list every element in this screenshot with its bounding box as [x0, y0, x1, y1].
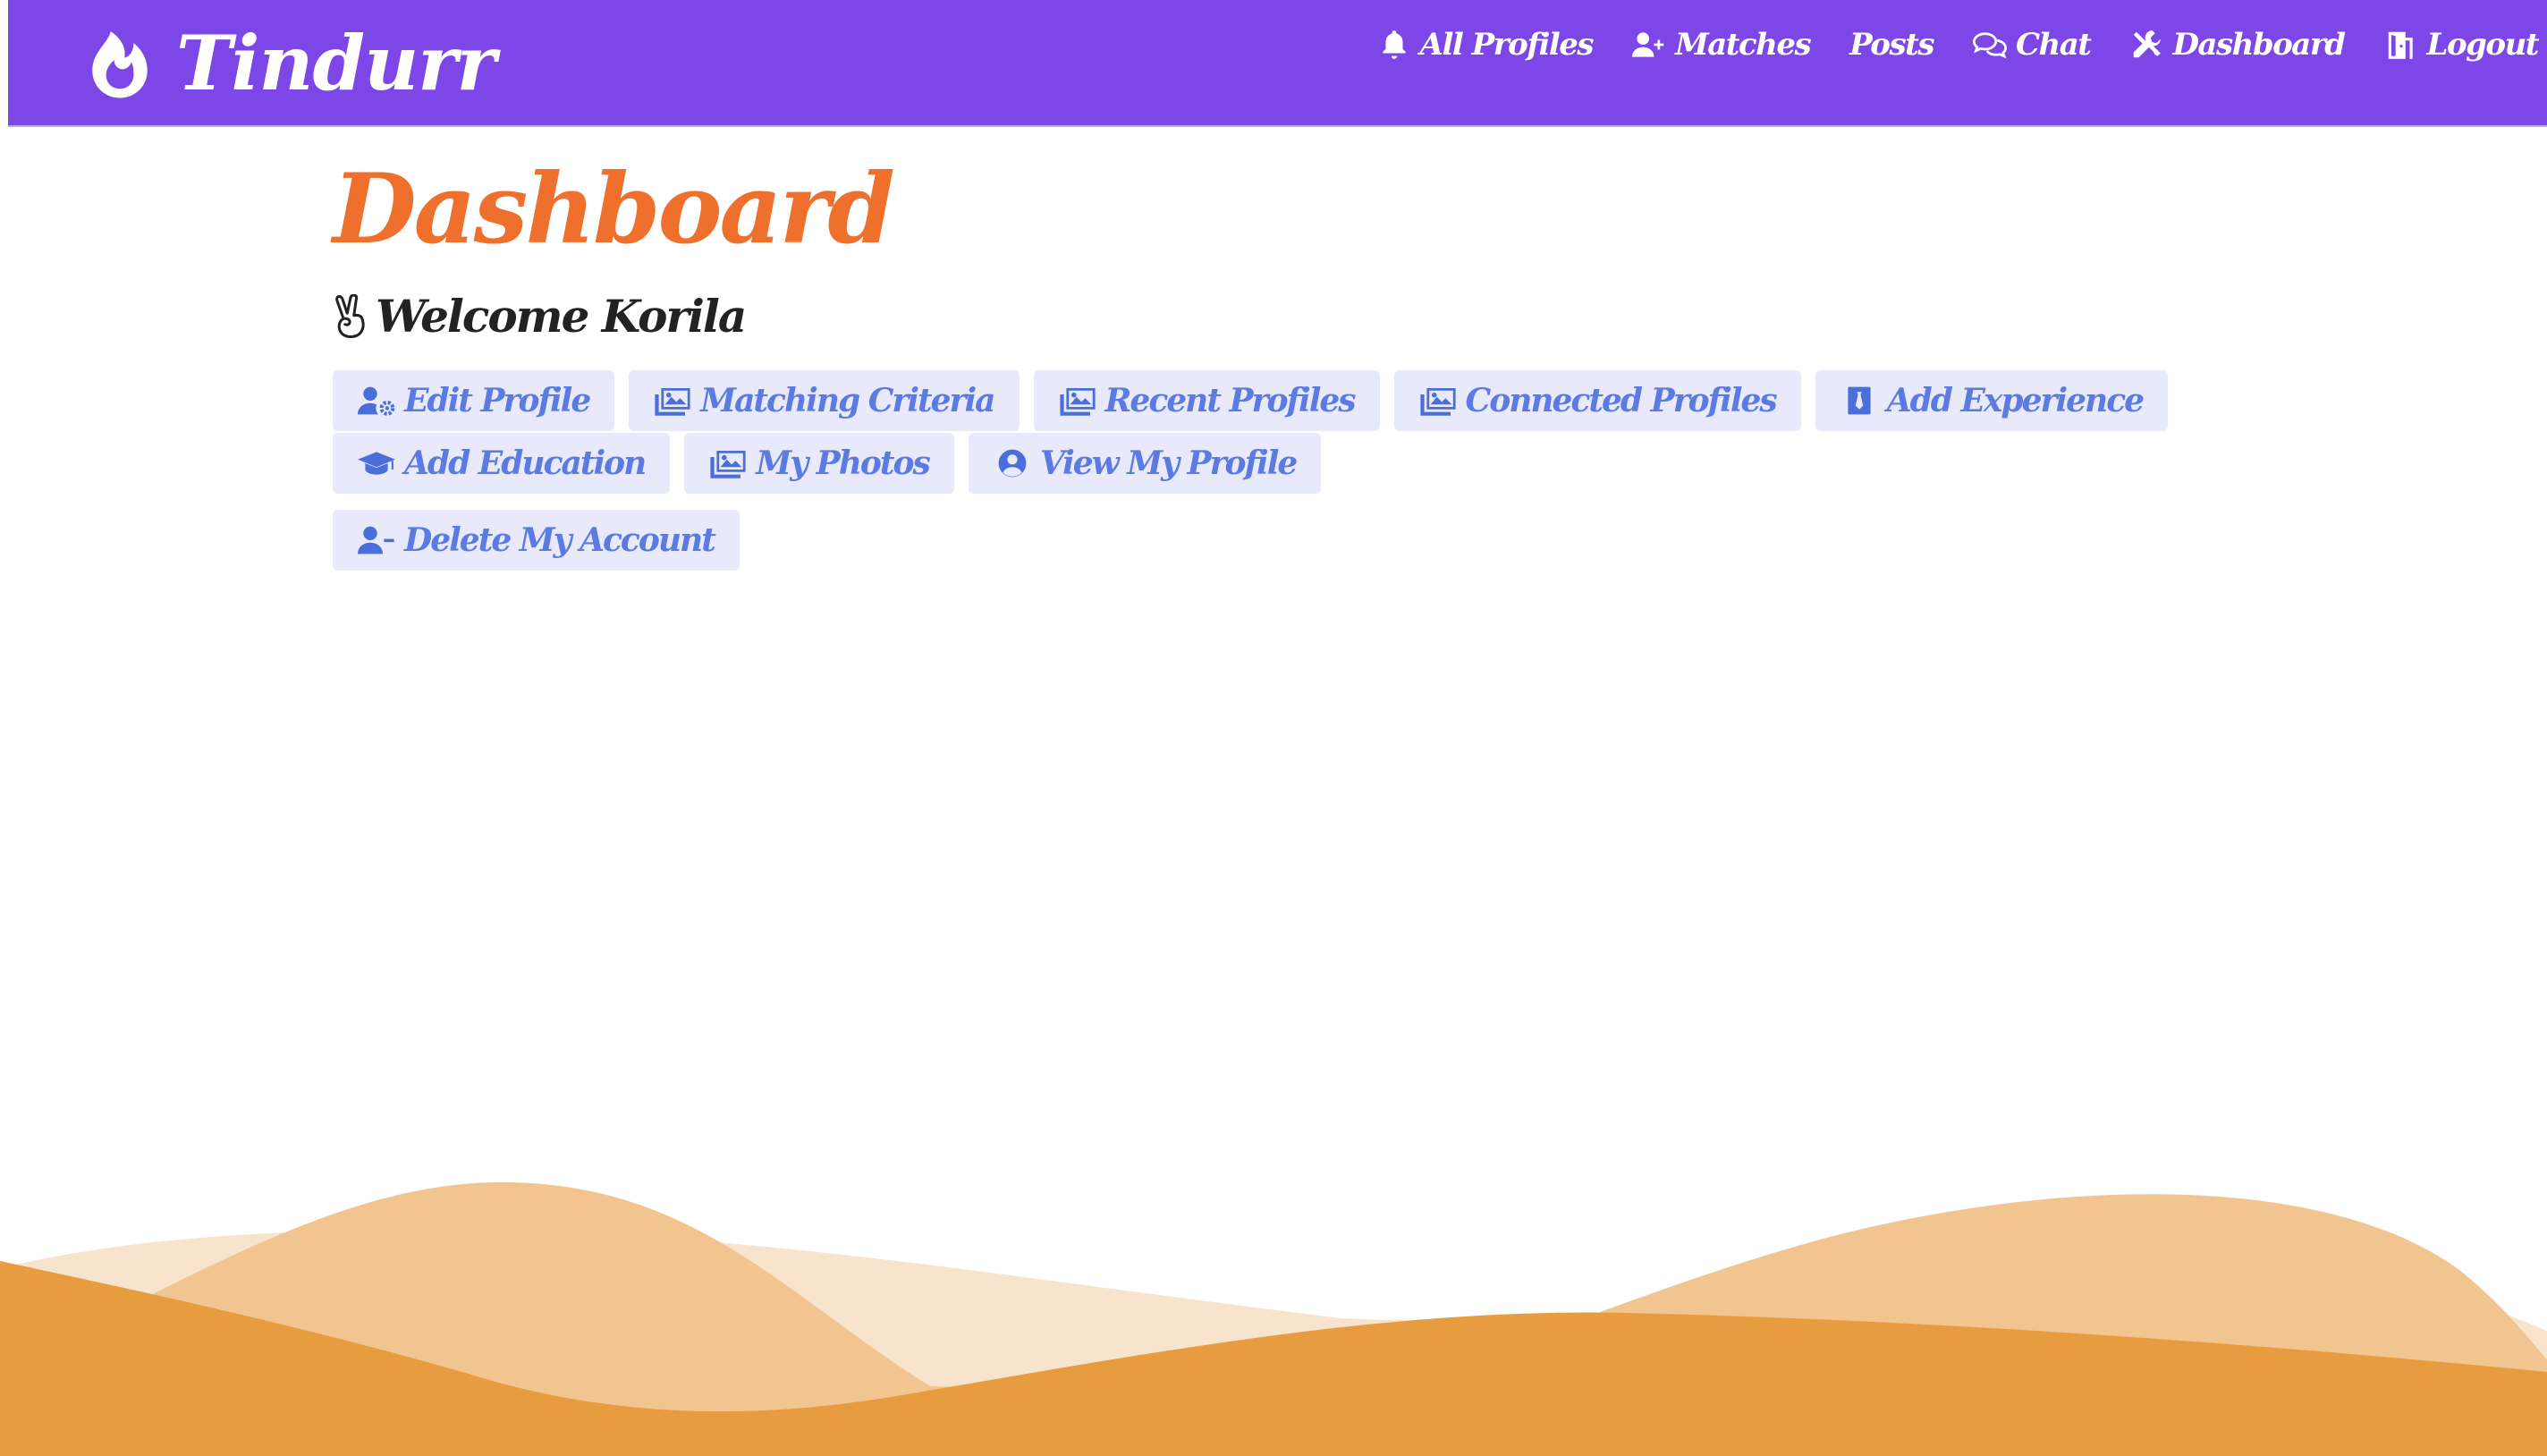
user-minus-icon [358, 526, 394, 554]
view-my-profile-label: View My Profile [1039, 444, 1298, 482]
user-tie-icon [1848, 386, 1871, 415]
dashboard-main: Dashboard Welcome Korila Edit Profile Ma… [333, 152, 2169, 571]
nav-matches[interactable]: Matches [1632, 27, 1812, 63]
nav-chat-label: Chat [2015, 27, 2092, 63]
add-experience-label: Add Experience [1886, 382, 2145, 419]
my-photos-label: My Photos [756, 444, 930, 482]
delete-account-button[interactable]: Delete My Account [333, 510, 740, 571]
images-icon [1419, 388, 1456, 416]
recent-profiles-button[interactable]: Recent Profiles [1033, 370, 1380, 431]
nav-logout-label: Logout [2426, 27, 2540, 63]
images-icon [1059, 388, 1096, 416]
nav-menu: All Profiles Matches Posts Chat Dashboar… [1377, 0, 2540, 89]
images-icon [710, 451, 746, 478]
bell-icon [1382, 30, 1406, 59]
nav-matches-label: Matches [1675, 27, 1812, 63]
user-circle-icon [998, 449, 1027, 478]
view-my-profile-button[interactable]: View My Profile [968, 433, 1322, 494]
connected-profiles-button[interactable]: Connected Profiles [1393, 370, 1801, 431]
actions-row-1: Edit Profile Matching Criteria Recent Pr… [333, 370, 2169, 431]
decorative-waves [0, 1181, 2547, 1456]
matching-criteria-button[interactable]: Matching Criteria [629, 370, 1020, 431]
welcome-line: Welcome Korila [333, 288, 2032, 345]
user-cog-icon [358, 386, 395, 416]
nav-posts-label: Posts [1849, 27, 1934, 63]
user-plus-icon [1632, 32, 1664, 57]
brand-logo-link[interactable]: Tindurr [83, 0, 496, 127]
nav-logout[interactable]: Logout [2384, 27, 2540, 63]
nav-all-profiles-label: All Profiles [1419, 27, 1595, 63]
graduation-cap-icon [358, 452, 395, 475]
nav-dashboard[interactable]: Dashboard [2129, 27, 2346, 63]
dashboard-actions: Edit Profile Matching Criteria Recent Pr… [333, 370, 2169, 571]
tools-icon [2134, 30, 2162, 58]
recent-profiles-label: Recent Profiles [1104, 382, 1357, 419]
navbar: Tindurr All Profiles Matches Posts Chat … [8, 0, 2547, 127]
connected-profiles-label: Connected Profiles [1465, 382, 1778, 419]
nav-chat[interactable]: Chat [1972, 27, 2092, 63]
nav-all-profiles[interactable]: All Profiles [1377, 27, 1595, 63]
peace-hand-icon [335, 294, 365, 338]
page-title: Dashboard [333, 153, 895, 266]
flame-icon [92, 31, 148, 98]
actions-row-2: Add Education My Photos View My Profile [333, 433, 2032, 494]
matching-criteria-label: Matching Criteria [700, 382, 995, 419]
add-education-label: Add Education [404, 444, 647, 482]
images-icon [655, 388, 690, 416]
welcome-text: Welcome Korila [376, 290, 747, 343]
nav-dashboard-label: Dashboard [2172, 27, 2346, 63]
delete-account-label: Delete My Account [404, 521, 716, 559]
brand-name: Tindurr [176, 19, 496, 107]
my-photos-button[interactable]: My Photos [684, 433, 954, 494]
actions-row-3: Delete My Account [333, 510, 2032, 571]
edit-profile-label: Edit Profile [404, 382, 591, 419]
comments-icon [1972, 32, 2007, 59]
page: Tindurr All Profiles Matches Posts Chat … [0, 0, 2547, 1456]
add-experience-button[interactable]: Add Experience [1815, 370, 2169, 431]
nav-posts[interactable]: Posts [1849, 27, 1934, 63]
edit-profile-button[interactable]: Edit Profile [333, 370, 615, 431]
door-icon [2388, 31, 2413, 59]
add-education-button[interactable]: Add Education [333, 433, 671, 494]
